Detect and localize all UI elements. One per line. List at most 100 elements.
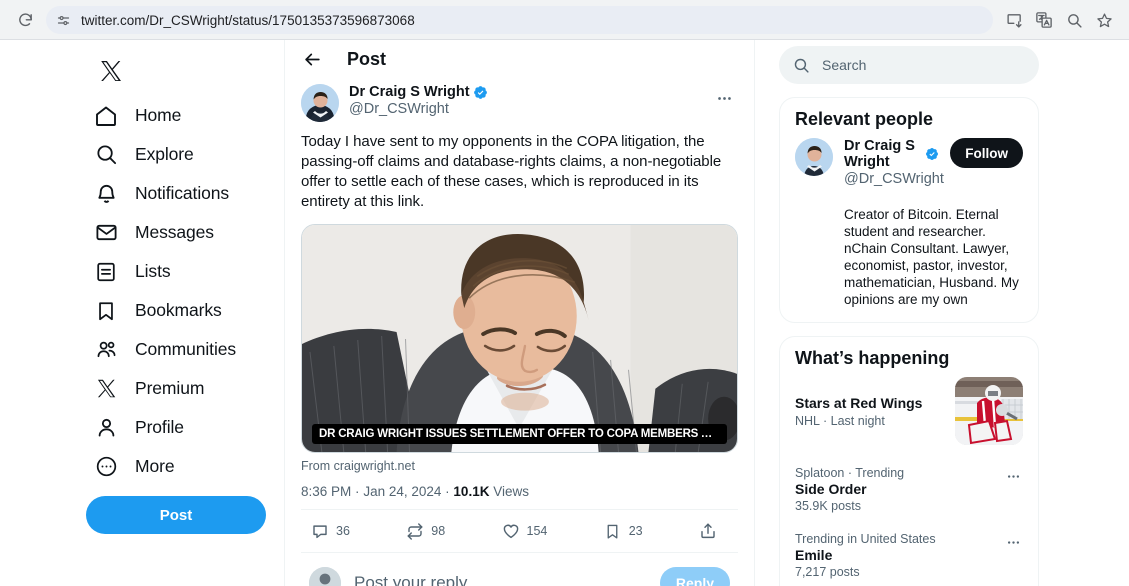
- post-button[interactable]: Post: [86, 496, 266, 534]
- heart-icon: [502, 522, 520, 540]
- sidebar-item-label: Profile: [135, 417, 184, 437]
- trend-category: Trending in United States: [795, 532, 936, 547]
- repost-action[interactable]: 98: [398, 516, 453, 546]
- meta-sep-2: ·: [445, 484, 450, 499]
- news-subtitle: NHL · Last night: [795, 413, 885, 428]
- x-logo-icon[interactable]: [86, 46, 136, 96]
- sidebar-item-label: Communities: [135, 339, 237, 359]
- avatar[interactable]: [795, 138, 833, 176]
- more-horizontal-icon: [1007, 540, 1019, 544]
- relevant-person-body: Dr Craig S Wright @Dr_CSWright: [844, 138, 944, 188]
- post-more-button[interactable]: [710, 84, 738, 112]
- repost-count: 98: [431, 524, 446, 538]
- post-card-caption: DR CRAIG WRIGHT ISSUES SETTLEMENT OFFER …: [312, 424, 727, 444]
- sidebar-item-notifications[interactable]: Notifications: [82, 174, 245, 213]
- page-root: Home Explore Notifications Messages List: [0, 40, 1129, 586]
- news-item[interactable]: Stars at Red Wings NHL · Last night: [780, 377, 1038, 457]
- right-sidebar: Relevant people Dr Craig S Wright: [755, 40, 1055, 586]
- bookmark-icon: [604, 522, 622, 540]
- translate-icon[interactable]: [1031, 7, 1057, 33]
- reload-button[interactable]: [12, 7, 38, 33]
- post-views-label: Views: [493, 484, 529, 499]
- relevant-person[interactable]: Dr Craig S Wright @Dr_CSWright Follow: [780, 138, 1038, 202]
- sidebar-item-label: Bookmarks: [135, 300, 222, 320]
- follow-button[interactable]: Follow: [950, 138, 1023, 168]
- reload-icon: [18, 12, 32, 26]
- sidebar-item-premium[interactable]: Premium: [82, 369, 220, 408]
- repost-icon: [406, 522, 424, 540]
- news-title: Stars at Red Wings: [795, 394, 923, 411]
- zoom-icon[interactable]: [1061, 7, 1087, 33]
- trend-item[interactable]: Splatoon · Trending Side Order 35.9K pos…: [780, 457, 1038, 523]
- post-link-card[interactable]: DR CRAIG WRIGHT ISSUES SETTLEMENT OFFER …: [301, 224, 738, 453]
- post-author-names: Dr Craig S Wright @Dr_CSWright: [349, 84, 700, 118]
- site-settings-icon[interactable]: [56, 13, 71, 28]
- trend-category: Splatoon · Trending: [795, 466, 905, 481]
- share-action[interactable]: [691, 516, 732, 546]
- post-header: Post: [285, 40, 754, 78]
- more-circle-icon: [94, 455, 118, 479]
- envelope-icon: [94, 221, 118, 245]
- relevant-person-name-row: Dr Craig S Wright: [844, 138, 939, 170]
- reply-action[interactable]: 36: [303, 516, 358, 546]
- sidebar-item-bookmarks[interactable]: Bookmarks: [82, 291, 238, 330]
- sidebar-item-lists[interactable]: Lists: [82, 252, 186, 291]
- bookmark-count: 23: [628, 524, 643, 538]
- trend-count: 35.9K posts: [795, 499, 862, 514]
- post-display-name: Dr Craig S Wright: [349, 84, 470, 100]
- verified-badge-icon: [473, 85, 488, 100]
- trend-name: Emile: [795, 547, 833, 564]
- post-time: 8:36 PM: [301, 484, 352, 499]
- relevant-people-title: Relevant people: [795, 109, 934, 129]
- left-navigation: Home Explore Notifications Messages List: [74, 40, 284, 586]
- sidebar-item-more[interactable]: More: [82, 447, 190, 486]
- reply-input[interactable]: Post your reply: [354, 573, 647, 586]
- main-column: Post Dr Craig S Wright @Dr_CSWright Toda…: [284, 40, 755, 586]
- trend-more-button[interactable]: [1000, 463, 1026, 489]
- bookmark-star-icon[interactable]: [1091, 7, 1117, 33]
- whats-happening-title: What’s happening: [795, 348, 950, 369]
- default-avatar-icon[interactable]: [309, 567, 341, 586]
- trend-more-button[interactable]: [1000, 529, 1026, 555]
- address-bar[interactable]: twitter.com/Dr_CSWright/status/175013537…: [46, 6, 993, 34]
- sidebar-item-label: Lists: [135, 261, 171, 281]
- x-icon: [94, 377, 118, 401]
- post-text: Today I have sent to my opponents in the…: [301, 133, 722, 210]
- sidebar-item-home[interactable]: Home: [82, 96, 197, 135]
- back-arrow-icon: [304, 53, 320, 65]
- relevant-person-handle: @Dr_CSWright: [844, 171, 944, 187]
- trend-count: 7,217 posts: [795, 565, 860, 580]
- install-app-icon[interactable]: [1001, 7, 1027, 33]
- sidebar-item-messages[interactable]: Messages: [82, 213, 230, 252]
- post-handle: @Dr_CSWright: [349, 101, 449, 117]
- back-button[interactable]: [297, 44, 327, 74]
- search-input[interactable]: [822, 57, 1025, 73]
- meta-sep-1: ·: [355, 484, 360, 499]
- sidebar-item-label: Messages: [135, 222, 214, 242]
- like-count: 154: [526, 524, 548, 538]
- bookmark-icon: [94, 299, 118, 323]
- trend-item[interactable]: Trending in United States Emile 7,217 po…: [780, 523, 1038, 586]
- sidebar-item-explore[interactable]: Explore: [82, 135, 210, 174]
- search-box[interactable]: [779, 46, 1039, 84]
- page-title: Post: [347, 48, 387, 69]
- browser-action-icons: [1001, 7, 1117, 33]
- bookmark-action[interactable]: 23: [596, 516, 651, 546]
- avatar[interactable]: [301, 84, 339, 122]
- post-card-image: DR CRAIG WRIGHT ISSUES SETTLEMENT OFFER …: [302, 225, 737, 452]
- sidebar-item-label: Premium: [135, 378, 205, 398]
- post-card-source: From craigwright.net: [301, 459, 415, 473]
- post-author-name-row: Dr Craig S Wright: [349, 84, 700, 100]
- address-bar-url: twitter.com/Dr_CSWright/status/175013537…: [81, 12, 415, 28]
- relevant-person-name: Dr Craig S Wright: [844, 138, 915, 170]
- sidebar-item-communities[interactable]: Communities: [82, 330, 252, 369]
- list-icon: [94, 260, 118, 284]
- hockey-goalie-thumbnail: [955, 377, 1023, 446]
- like-action[interactable]: 154: [494, 516, 556, 546]
- post-views-count: 10.1K: [453, 484, 490, 499]
- verified-badge-icon: [925, 147, 939, 161]
- news-body: Stars at Red Wings NHL · Last night: [795, 395, 945, 428]
- sidebar-item-label: Notifications: [135, 183, 230, 203]
- sidebar-item-profile[interactable]: Profile: [82, 408, 200, 447]
- reply-submit-button[interactable]: Reply: [659, 567, 730, 586]
